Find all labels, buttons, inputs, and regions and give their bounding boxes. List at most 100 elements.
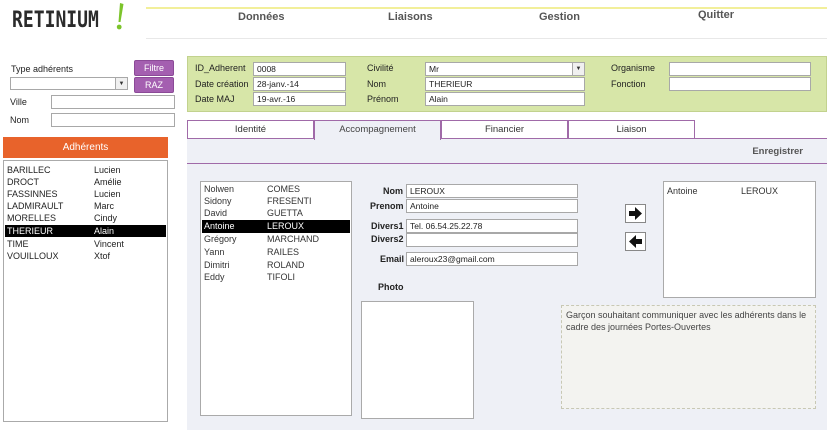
menu-gestion[interactable]: Gestion: [539, 11, 580, 23]
adherent-prenom: Lucien: [94, 189, 121, 199]
adherent-prenom: Cindy: [94, 213, 118, 223]
item-prenom: David: [204, 208, 228, 218]
nom-filter-label: Nom: [10, 115, 30, 125]
adherent-nom: BARILLEC: [7, 165, 51, 175]
adherent-nom: VOUILLOUX: [7, 251, 59, 261]
adherent-row[interactable]: LADMIRAULT Marc: [5, 200, 166, 212]
prenom-label: Prénom: [367, 94, 399, 104]
item-prenom: Antoine: [204, 221, 235, 231]
adherent-nom: MORELLES: [7, 213, 57, 223]
item-prenom: Eddy: [204, 272, 225, 282]
item-nom: LEROUX: [741, 186, 779, 196]
adherent-row[interactable]: FASSINNES Lucien: [5, 188, 166, 200]
adherent-row[interactable]: VOUILLOUX Xtof: [5, 250, 166, 262]
arrow-right-icon: [629, 207, 642, 220]
note-textarea[interactable]: Garçon souhaitant communiquer avec les a…: [561, 305, 816, 409]
date-maj-field[interactable]: 19-avr.-16: [253, 92, 346, 106]
list-item[interactable]: Yann RAILES: [202, 246, 350, 259]
adherent-row[interactable]: MORELLES Cindy: [5, 212, 166, 224]
date-creation-field[interactable]: 28-janv.-14: [253, 77, 346, 91]
tab-financier[interactable]: Financier: [441, 120, 568, 138]
prenom-field[interactable]: Alain: [425, 92, 585, 106]
remove-from-selection-button[interactable]: [625, 232, 646, 251]
photo-label: Photo: [378, 282, 404, 292]
fonction-label: Fonction: [611, 79, 646, 89]
list-item[interactable]: Antoine LEROUX: [665, 185, 815, 198]
chevron-down-icon[interactable]: ▼: [572, 63, 584, 75]
adherent-nom: THERIEUR: [7, 226, 54, 236]
organisme-label: Organisme: [611, 63, 656, 73]
accompagnants-list[interactable]: Nolwen COMES Sidony FRESENTI David GUETTA A…: [200, 181, 352, 416]
tab-identite[interactable]: Identité: [187, 120, 314, 138]
ville-input[interactable]: [51, 95, 175, 109]
adherent-nom: LADMIRAULT: [7, 201, 64, 211]
type-adherents-label: Type adhérents: [11, 64, 74, 74]
civilite-select[interactable]: Mr ▼: [425, 62, 585, 76]
list-item[interactable]: Grégory MARCHAND: [202, 233, 350, 246]
date-creation-label: Date création: [195, 79, 249, 89]
adherent-prenom: Vincent: [94, 239, 124, 249]
list-item[interactable]: David GUETTA: [202, 207, 350, 220]
nom-filter-input[interactable]: [51, 113, 175, 127]
organisme-field[interactable]: [669, 62, 811, 76]
adherent-nom: DROCT: [7, 177, 39, 187]
date-maj-label: Date MAJ: [195, 94, 235, 104]
adherent-prenom: Amélie: [94, 177, 122, 187]
tab-accompagnement[interactable]: Accompagnement: [314, 120, 441, 140]
item-prenom: Antoine: [667, 186, 698, 196]
selected-accompagnants-list[interactable]: Antoine LEROUX: [663, 181, 816, 298]
menu-donnees[interactable]: Données: [238, 11, 284, 23]
item-prenom: Yann: [204, 247, 225, 257]
chevron-down-icon[interactable]: ▼: [115, 78, 127, 89]
menu-quitter[interactable]: Quitter: [698, 9, 734, 21]
item-prenom: Grégory: [204, 234, 237, 244]
divers2-field[interactable]: [406, 233, 578, 247]
adherents-list[interactable]: BARILLEC Lucien DROCT Amélie FASSINNES Luci…: [3, 160, 168, 422]
adherent-row[interactable]: DROCT Amélie: [5, 176, 166, 188]
id-adherent-label: ID_Adherent: [195, 63, 246, 73]
adherent-prenom: Lucien: [94, 165, 121, 175]
civilite-value: Mr: [429, 64, 439, 74]
detail-prenom-field[interactable]: Antoine: [406, 199, 578, 213]
adherent-nom: FASSINNES: [7, 189, 58, 199]
divers2-label: Divers2: [371, 234, 404, 244]
item-nom: GUETTA: [267, 208, 303, 218]
nom-field[interactable]: THERIEUR: [425, 77, 585, 91]
logo-exclamation-mark: [116, 3, 124, 30]
item-nom: RAILES: [267, 247, 300, 257]
save-bar: [187, 138, 827, 164]
list-item-selected[interactable]: Antoine LEROUX: [202, 220, 350, 233]
detail-nom-field[interactable]: LEROUX: [406, 184, 578, 198]
raz-button[interactable]: RAZ: [134, 77, 174, 93]
arrow-left-icon: [629, 235, 642, 248]
adherent-prenom: Xtof: [94, 251, 111, 261]
detail-nom-label: Nom: [383, 186, 403, 196]
email-field[interactable]: aleroux23@gmail.com: [406, 252, 578, 266]
detail-prenom-label: Prenom: [370, 201, 404, 211]
menu-liaisons[interactable]: Liaisons: [388, 11, 433, 23]
adherent-row[interactable]: BARILLEC Lucien: [5, 164, 166, 176]
item-nom: LEROUX: [267, 221, 305, 231]
item-nom: TIFOLI: [267, 272, 296, 282]
adherents-header: Adhérents: [3, 137, 168, 158]
app-logo: RETINIUM: [12, 8, 99, 33]
item-nom: MARCHAND: [267, 234, 320, 244]
divers1-field[interactable]: Tel. 06.54.25.22.78: [406, 219, 578, 233]
type-adherents-select[interactable]: ▼: [10, 77, 128, 90]
tab-liaison[interactable]: Liaison: [568, 120, 695, 138]
filtre-button[interactable]: Filtre: [134, 60, 174, 76]
list-item[interactable]: Eddy TIFOLI: [202, 271, 350, 284]
nom-label: Nom: [367, 79, 387, 89]
id-adherent-field[interactable]: 0008: [253, 62, 346, 76]
email-label: Email: [380, 254, 405, 264]
add-to-selection-button[interactable]: [625, 204, 646, 223]
divers1-label: Divers1: [371, 221, 404, 231]
civilite-label: Civilité: [367, 63, 394, 73]
adherent-row-selected[interactable]: THERIEUR Alain: [5, 225, 166, 237]
enregistrer-button[interactable]: Enregistrer: [752, 146, 803, 157]
adherent-nom: TIME: [7, 239, 29, 249]
fonction-field[interactable]: [669, 77, 811, 91]
adherent-prenom: Alain: [94, 226, 115, 236]
adherent-row[interactable]: TIME Vincent: [5, 238, 166, 250]
photo-frame[interactable]: [361, 301, 474, 419]
